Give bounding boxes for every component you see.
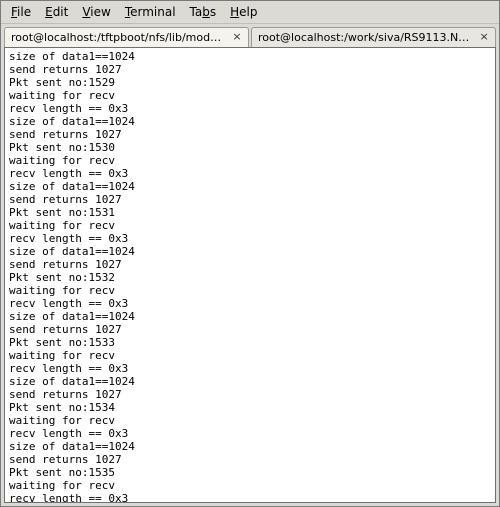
menu-help-rest: elp xyxy=(239,5,257,19)
menu-help[interactable]: Help xyxy=(224,3,263,21)
tabbar: root@localhost:/tftpboot/nfs/lib/modules… xyxy=(1,24,499,47)
tab-2[interactable]: root@localhost:/work/siva/RS9113.NBZ.WC.… xyxy=(251,27,496,47)
menu-file-rest: ile xyxy=(17,5,31,19)
tab-1[interactable]: root@localhost:/tftpboot/nfs/lib/modules… xyxy=(4,27,249,47)
tab-2-label: root@localhost:/work/siva/RS9113.NBZ.WC.… xyxy=(258,31,473,44)
terminal-output: size of data1==1024 send returns 1027 Pk… xyxy=(5,48,495,503)
menu-terminal-rest: erminal xyxy=(130,5,175,19)
menu-tabs-rest: s xyxy=(210,5,216,19)
menu-view[interactable]: View xyxy=(76,3,116,21)
tab-1-close-icon[interactable]: × xyxy=(232,32,242,44)
menu-view-rest: iew xyxy=(90,5,111,19)
menu-edit-rest: dit xyxy=(53,5,69,19)
terminal-window: File Edit View Terminal Tabs Help root@l… xyxy=(0,0,500,507)
menu-edit[interactable]: Edit xyxy=(39,3,74,21)
terminal-lines: size of data1==1024 send returns 1027 Pk… xyxy=(9,50,135,503)
tab-2-close-icon[interactable]: × xyxy=(479,32,489,44)
tab-1-label: root@localhost:/tftpboot/nfs/lib/modules… xyxy=(11,31,226,44)
menu-tabs[interactable]: Tabs xyxy=(184,3,223,21)
menu-file[interactable]: File xyxy=(5,3,37,21)
menu-terminal[interactable]: Terminal xyxy=(119,3,182,21)
terminal-viewport[interactable]: size of data1==1024 send returns 1027 Pk… xyxy=(4,47,496,503)
menubar: File Edit View Terminal Tabs Help xyxy=(1,1,499,24)
